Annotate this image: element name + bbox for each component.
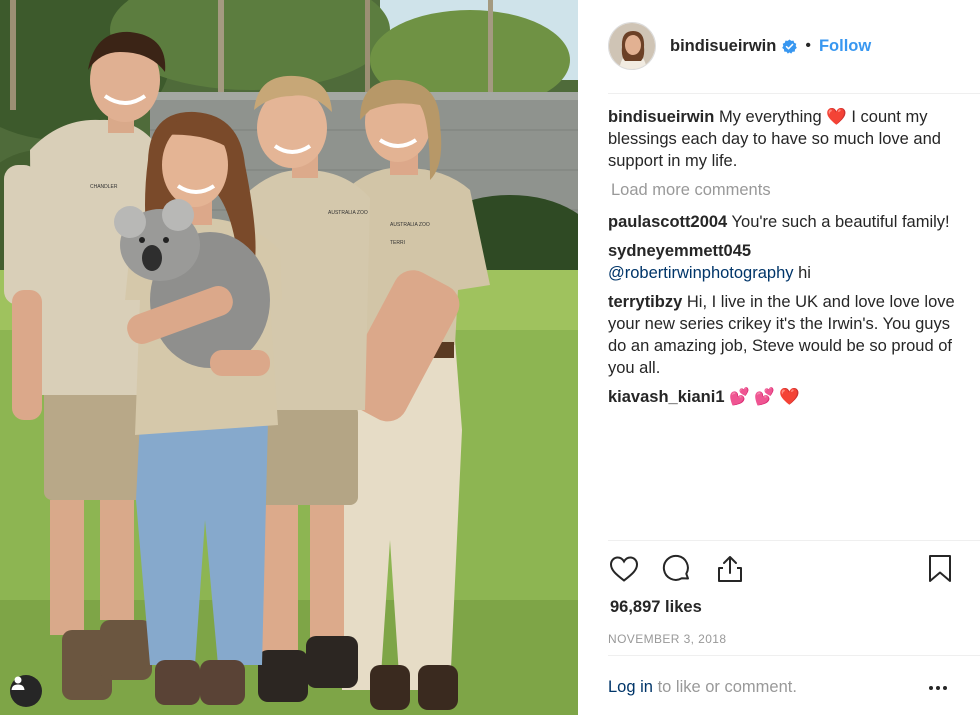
load-more-comments-button[interactable]: Load more comments bbox=[611, 179, 958, 201]
divider bbox=[608, 655, 980, 656]
comment-mention-link[interactable]: @robertirwinphotography bbox=[608, 264, 794, 282]
share-button[interactable] bbox=[714, 552, 746, 586]
comment-item: paulascott2004 You're such a beautiful f… bbox=[608, 211, 958, 233]
post-actions-bar bbox=[608, 550, 952, 590]
login-prompt: Log in to like or comment. bbox=[608, 678, 954, 697]
shirt-badge: TERRI bbox=[390, 240, 405, 246]
divider bbox=[608, 93, 980, 94]
verified-badge-icon bbox=[782, 38, 798, 54]
shirt-badge: AUSTRALIA ZOO bbox=[328, 210, 368, 216]
follow-button[interactable]: Follow bbox=[819, 37, 871, 56]
comment-username[interactable]: terrytibzy bbox=[608, 293, 682, 311]
ellipsis-icon bbox=[929, 686, 947, 690]
comment-item: sydneyemmett045 @robertirwinphotography … bbox=[608, 240, 958, 284]
like-button[interactable] bbox=[608, 552, 640, 586]
comment-item: terrytibzy Hi, I live in the UK and love… bbox=[608, 291, 958, 379]
caption: bindisueirwin My everything ❤️ I count m… bbox=[608, 106, 958, 172]
caption-username[interactable]: bindisueirwin bbox=[608, 108, 714, 126]
post-details-panel: bindisueirwin • Follow bindisueirwin My … bbox=[578, 0, 980, 715]
comment-text: hi bbox=[798, 264, 811, 282]
comment-text: 💕 💕 ❤️ bbox=[729, 388, 800, 406]
login-suffix: to like or comment. bbox=[657, 678, 797, 696]
post-date: NOVEMBER 3, 2018 bbox=[608, 632, 727, 646]
user-tags-button[interactable] bbox=[10, 675, 42, 707]
comment-text: You're such a beautiful family! bbox=[731, 213, 950, 231]
comment-bubble-icon bbox=[662, 554, 689, 581]
likes-count[interactable]: 96,897 likes bbox=[610, 598, 702, 617]
comment-username[interactable]: paulascott2004 bbox=[608, 213, 727, 231]
save-button[interactable] bbox=[924, 552, 956, 586]
login-link[interactable]: Log in bbox=[608, 678, 653, 696]
comments-list: bindisueirwin My everything ❤️ I count m… bbox=[608, 106, 958, 415]
comment-username[interactable]: sydneyemmett045 bbox=[608, 242, 751, 260]
avatar-image bbox=[609, 23, 655, 69]
header-separator: • bbox=[805, 37, 811, 54]
bookmark-icon bbox=[929, 555, 951, 582]
family-photo-illustration: CHANDLER AUSTRALIA ZOO AUSTRALIA ZOO TER… bbox=[0, 0, 578, 715]
post-photo[interactable]: CHANDLER AUSTRALIA ZOO AUSTRALIA ZOO TER… bbox=[0, 0, 578, 715]
more-options-button[interactable] bbox=[926, 680, 950, 696]
comment-item: kiavash_kiani1 💕 💕 ❤️ bbox=[608, 386, 958, 408]
user-tag-icon bbox=[11, 676, 25, 690]
post-header: bindisueirwin • Follow bbox=[608, 20, 952, 72]
shirt-badge: CHANDLER bbox=[90, 184, 118, 190]
avatar[interactable] bbox=[608, 22, 656, 70]
shirt-badge: AUSTRALIA ZOO bbox=[390, 222, 430, 228]
heart-icon bbox=[609, 556, 639, 582]
divider bbox=[608, 540, 980, 541]
comment-button[interactable] bbox=[661, 552, 693, 586]
header-username[interactable]: bindisueirwin bbox=[670, 37, 776, 56]
share-upload-icon bbox=[718, 556, 742, 582]
comment-username[interactable]: kiavash_kiani1 bbox=[608, 388, 725, 406]
